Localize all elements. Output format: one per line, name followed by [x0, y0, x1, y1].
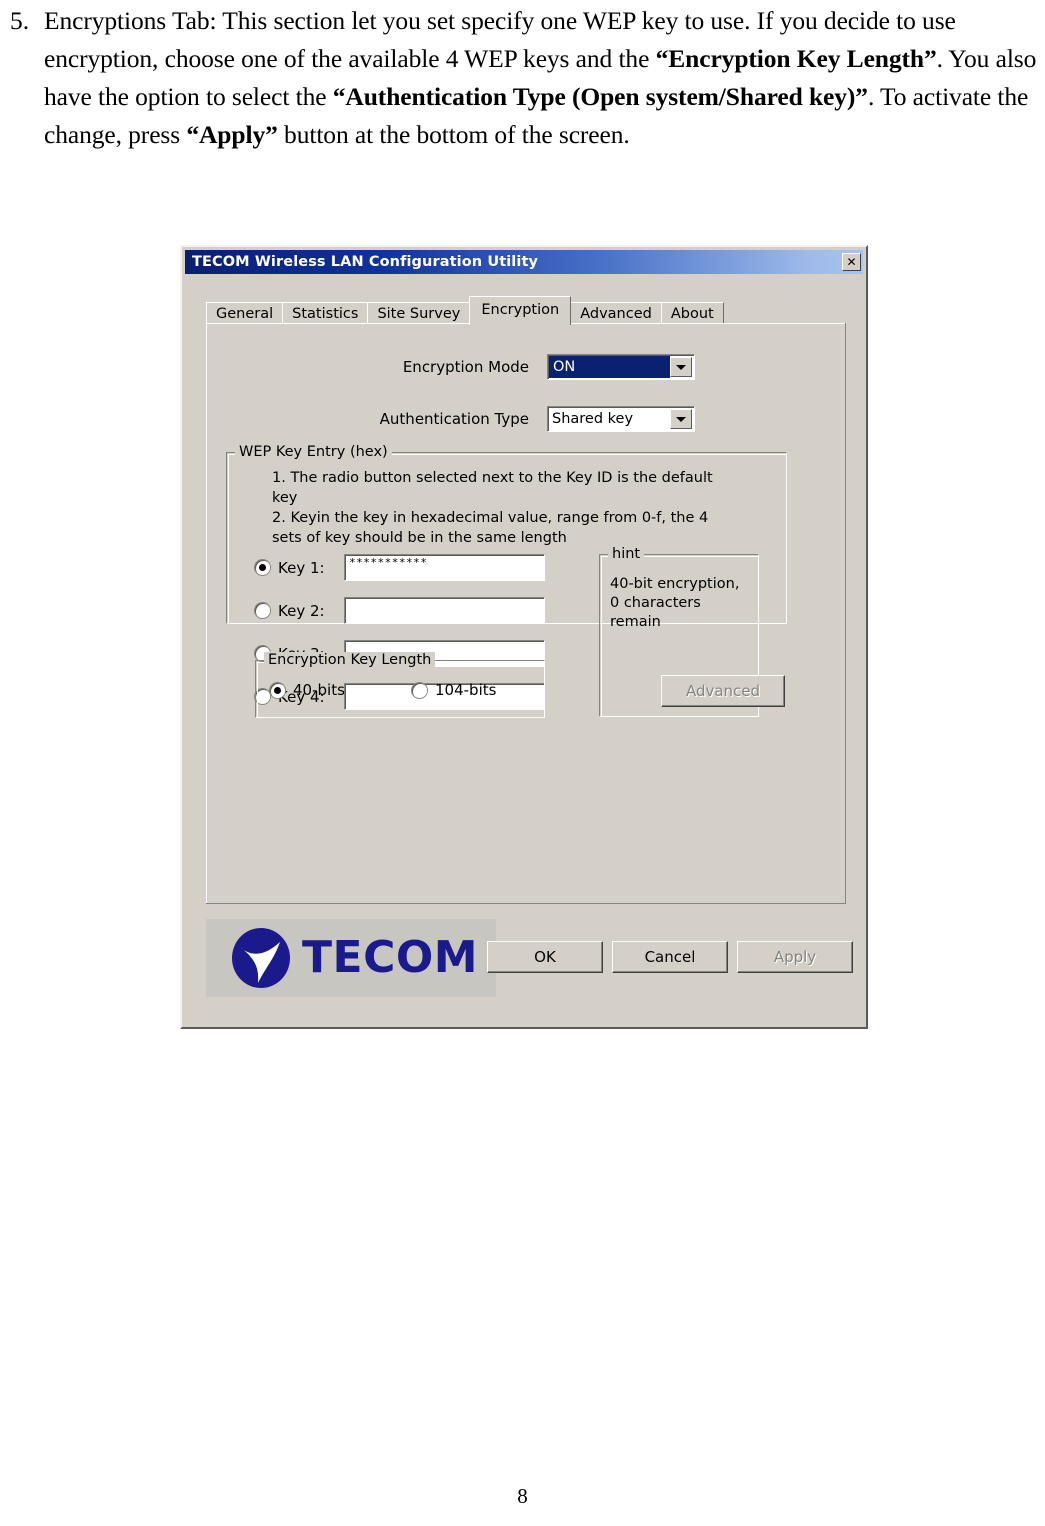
tab-encryption[interactable]: Encryption	[469, 296, 572, 325]
key-2-input[interactable]	[344, 597, 545, 624]
close-icon[interactable]: ✕	[842, 253, 861, 271]
brand-name: TECOM	[302, 932, 479, 983]
key-length-option: 104-bits	[412, 681, 496, 699]
encryption-key-length-group: Encryption Key Length 40-bits 104-bits	[255, 652, 545, 718]
wep-instruction-2: 2. Keyin the key in hexadecimal value, r…	[272, 510, 709, 546]
chevron-down-icon[interactable]	[670, 409, 692, 429]
authentication-type-label: Authentication Type	[379, 410, 529, 428]
encryption-key-length-group-title: Encryption Key Length	[264, 652, 436, 668]
encryption-mode-value: ON	[549, 356, 670, 378]
key-length-40bits-label: 40-bits	[293, 681, 345, 699]
key-length-option: 40-bits	[270, 681, 345, 699]
key-length-104bits-label: 104-bits	[435, 681, 497, 699]
cancel-button[interactable]: Cancel	[612, 941, 728, 973]
advanced-button[interactable]: Advanced	[661, 675, 785, 707]
tab-site-survey[interactable]: Site Survey	[367, 302, 471, 325]
tab-statistics[interactable]: Statistics	[282, 302, 369, 325]
key-2-label: Key 2:	[278, 601, 325, 620]
encryption-mode-row: Encryption Mode ON	[269, 354, 779, 380]
key-1-input[interactable]: ***********	[344, 554, 545, 581]
encryption-mode-select[interactable]: ON	[547, 354, 695, 380]
key-length-40bits-radio[interactable]	[270, 682, 285, 698]
document-paragraph: 5. Encryptions Tab: This section let you…	[8, 2, 1043, 154]
chevron-down-icon[interactable]	[670, 357, 692, 377]
paragraph-text: Encryptions Tab: This section let you se…	[44, 6, 1037, 149]
wep-instruction-1: 1. The radio button selected next to the…	[272, 470, 713, 506]
wep-key-entry-group: WEP Key Entry (hex) 1. The radio button …	[226, 444, 787, 717]
page-number: 8	[517, 1484, 528, 1508]
key-1-label: Key 1:	[278, 558, 325, 577]
hint-group-title: hint	[608, 546, 645, 562]
tab-general[interactable]: General	[206, 302, 284, 325]
wep-key-row: Key 1: ***********	[255, 554, 545, 581]
tecom-logo-icon	[232, 928, 290, 988]
tab-advanced[interactable]: Advanced	[570, 302, 662, 325]
config-utility-dialog: TECOM Wireless LAN Configuration Utility…	[180, 245, 868, 1029]
list-number: 5.	[10, 6, 30, 35]
brand-logo-strip: TECOM	[206, 919, 496, 997]
tab-panel-encryption: Encryption Mode ON Authentication Type S…	[206, 323, 846, 904]
wep-key-entry-group-title: WEP Key Entry (hex)	[235, 444, 392, 460]
ok-button[interactable]: OK	[487, 941, 603, 973]
authentication-type-row: Authentication Type Shared key	[269, 406, 779, 432]
tab-strip: General Statistics Site Survey Encryption Ad…	[206, 296, 846, 325]
authentication-type-value: Shared key	[552, 411, 634, 427]
authentication-type-select[interactable]: Shared key	[547, 406, 695, 432]
hint-text: 40-bit encryption, 0 characters remain	[610, 576, 740, 630]
key-2-radio[interactable]	[255, 603, 270, 618]
dialog-titlebar: TECOM Wireless LAN Configuration Utility…	[185, 250, 863, 274]
encryption-mode-label: Encryption Mode	[402, 358, 529, 376]
key-1-radio[interactable]	[255, 560, 270, 575]
dialog-title: TECOM Wireless LAN Configuration Utility	[192, 254, 539, 270]
wep-key-row: Key 2:	[255, 597, 545, 624]
apply-button[interactable]: Apply	[737, 941, 853, 973]
tab-about[interactable]: About	[660, 302, 724, 325]
key-length-104bits-radio[interactable]	[412, 682, 427, 698]
